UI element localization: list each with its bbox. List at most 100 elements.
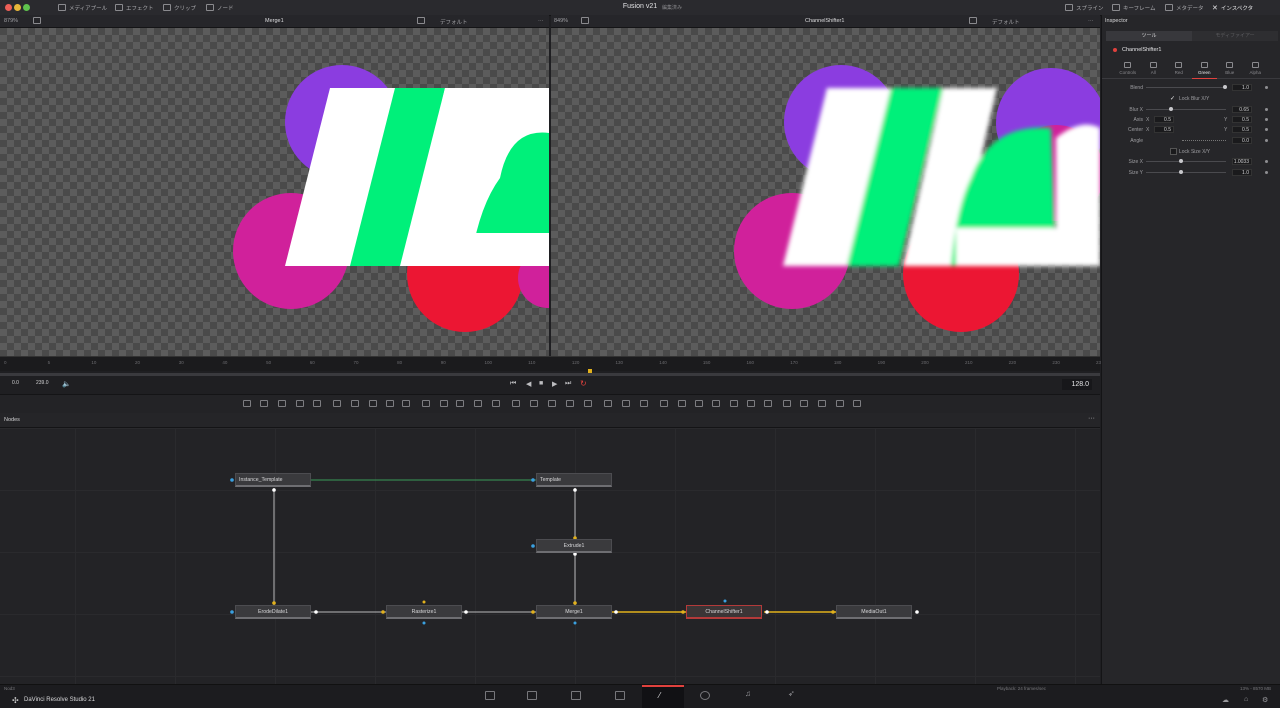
tool-icon[interactable]: [278, 400, 286, 407]
node-template[interactable]: Template: [536, 473, 612, 487]
tool-icon[interactable]: [243, 400, 251, 407]
node-rasterize1[interactable]: Rasterize1: [386, 605, 462, 619]
size-x-knob[interactable]: [1179, 159, 1183, 163]
angle-dial[interactable]: [1182, 140, 1226, 142]
size-x-keyframe-icon[interactable]: [1265, 160, 1268, 163]
tool-icon[interactable]: [584, 400, 592, 407]
cloud-icon[interactable]: ☁: [1222, 696, 1229, 704]
fusion-page-button[interactable]: ⁄: [642, 685, 684, 708]
subtab-blue[interactable]: Blue: [1217, 60, 1243, 78]
right-viewer-zoom[interactable]: 849%: [554, 18, 568, 24]
tool-icon[interactable]: [422, 400, 430, 407]
effects-button[interactable]: エフェクト: [115, 3, 154, 12]
tool-icon[interactable]: [660, 400, 668, 407]
left-viewer-fit-icon[interactable]: [417, 17, 425, 24]
tool-icon[interactable]: [474, 400, 482, 407]
subtab-controls[interactable]: Controls: [1115, 60, 1141, 78]
blur-value[interactable]: 0.65: [1232, 106, 1252, 113]
tool-icon[interactable]: [296, 400, 304, 407]
tool-icon[interactable]: [640, 400, 648, 407]
tool-icon[interactable]: [369, 400, 377, 407]
loop-icon[interactable]: ↻: [580, 379, 587, 388]
left-viewer-more-icon[interactable]: ···: [538, 18, 544, 24]
go-to-end-button[interactable]: ⏭: [565, 380, 571, 388]
tab-tools[interactable]: ツール: [1106, 31, 1192, 41]
right-viewer-fit-icon[interactable]: [969, 17, 977, 24]
right-viewer-layout-icon[interactable]: [581, 17, 589, 24]
size-x-slider[interactable]: [1146, 161, 1226, 162]
subtab-alpha[interactable]: Alpha: [1243, 60, 1269, 78]
spline-button[interactable]: スプライン: [1065, 3, 1104, 12]
blend-value[interactable]: 1.0: [1232, 84, 1252, 91]
tool-icon[interactable]: [730, 400, 738, 407]
play-forward-button[interactable]: ▶: [552, 380, 557, 388]
tool-icon[interactable]: [836, 400, 844, 407]
cut-page-icon[interactable]: [527, 691, 537, 700]
blend-knob[interactable]: [1223, 85, 1227, 89]
tool-icon[interactable]: [386, 400, 394, 407]
size-y-keyframe-icon[interactable]: [1265, 171, 1268, 174]
tool-icon[interactable]: [333, 400, 341, 407]
tool-icon[interactable]: [764, 400, 772, 407]
time-ruler[interactable]: 0 5 10 20 30 40 50 60 70 80 90 100 110 120 130 140 150 16…: [0, 356, 1104, 371]
tool-icon[interactable]: [678, 400, 686, 407]
tool-icon[interactable]: [604, 400, 612, 407]
current-frame-field[interactable]: 128.0: [1062, 379, 1092, 390]
tool-icon[interactable]: [260, 400, 268, 407]
blur-keyframe-icon[interactable]: [1265, 108, 1268, 111]
angle-keyframe-icon[interactable]: [1265, 139, 1268, 142]
close-window-button[interactable]: [5, 4, 12, 11]
deliver-page-icon[interactable]: ➶: [788, 689, 795, 698]
tool-icon[interactable]: [853, 400, 861, 407]
media-page-icon[interactable]: [485, 691, 495, 700]
nodes-more-icon[interactable]: ···: [1088, 415, 1095, 422]
axis-keyframe-icon[interactable]: [1265, 118, 1268, 121]
audio-icon[interactable]: 🔈: [62, 380, 71, 388]
lock-size-checkbox[interactable]: [1170, 148, 1177, 155]
metadata-button[interactable]: メタデータ: [1165, 3, 1204, 12]
tool-icon[interactable]: [818, 400, 826, 407]
timeline-scrubber[interactable]: [0, 373, 1100, 376]
tool-icon[interactable]: [530, 400, 538, 407]
fairlight-page-icon[interactable]: ♫: [745, 689, 751, 698]
subtab-all[interactable]: All: [1141, 60, 1167, 78]
edit-page-icon[interactable]: [571, 691, 581, 700]
keyframes-button[interactable]: キーフレーム: [1112, 3, 1156, 12]
zoom-window-button[interactable]: [23, 4, 30, 11]
settings-gear-icon[interactable]: ⚙: [1262, 696, 1268, 704]
blend-slider[interactable]: [1146, 87, 1226, 88]
right-viewer-more-icon[interactable]: ···: [1088, 18, 1094, 24]
play-reverse-button[interactable]: ◀: [526, 380, 531, 388]
tool-icon[interactable]: [783, 400, 791, 407]
node-extrude1[interactable]: Extrude1: [536, 539, 612, 553]
tool-icon[interactable]: [351, 400, 359, 407]
size-y-value[interactable]: 1.0: [1232, 169, 1252, 176]
axis-x-value[interactable]: 0.5: [1154, 116, 1174, 123]
minimize-window-button[interactable]: [14, 4, 21, 11]
left-viewer-layout-icon[interactable]: [33, 17, 41, 24]
tool-icon[interactable]: [548, 400, 556, 407]
left-viewer-lut-select[interactable]: デフォルト: [440, 18, 468, 26]
inspector-button[interactable]: ✕ インスペクタ: [1212, 3, 1253, 12]
tool-icon[interactable]: [313, 400, 321, 407]
subtab-red[interactable]: Red: [1166, 60, 1192, 78]
tab-modifiers[interactable]: モディファイアー: [1192, 31, 1278, 41]
stop-button[interactable]: ■: [539, 380, 543, 387]
go-to-start-button[interactable]: ⏮: [510, 380, 516, 388]
tool-icon[interactable]: [712, 400, 720, 407]
blur-slider[interactable]: [1146, 109, 1226, 110]
node-merge1[interactable]: Merge1: [536, 605, 612, 619]
tool-icon[interactable]: [456, 400, 464, 407]
clips-button[interactable]: クリップ: [163, 3, 196, 12]
tool-icon[interactable]: [622, 400, 630, 407]
right-viewer-lut-select[interactable]: デフォルト: [992, 18, 1020, 26]
tool-icon[interactable]: [492, 400, 500, 407]
tool-icon[interactable]: [512, 400, 520, 407]
tool-icon[interactable]: [566, 400, 574, 407]
blend-keyframe-icon[interactable]: [1265, 86, 1268, 89]
tool-icon[interactable]: [800, 400, 808, 407]
tool-icon[interactable]: [695, 400, 703, 407]
media-pool-button[interactable]: メディアプール: [58, 3, 107, 12]
node-graph[interactable]: Instance_Template Template Extrude1 Erod…: [0, 428, 1100, 684]
subtab-green[interactable]: Green: [1191, 60, 1217, 79]
